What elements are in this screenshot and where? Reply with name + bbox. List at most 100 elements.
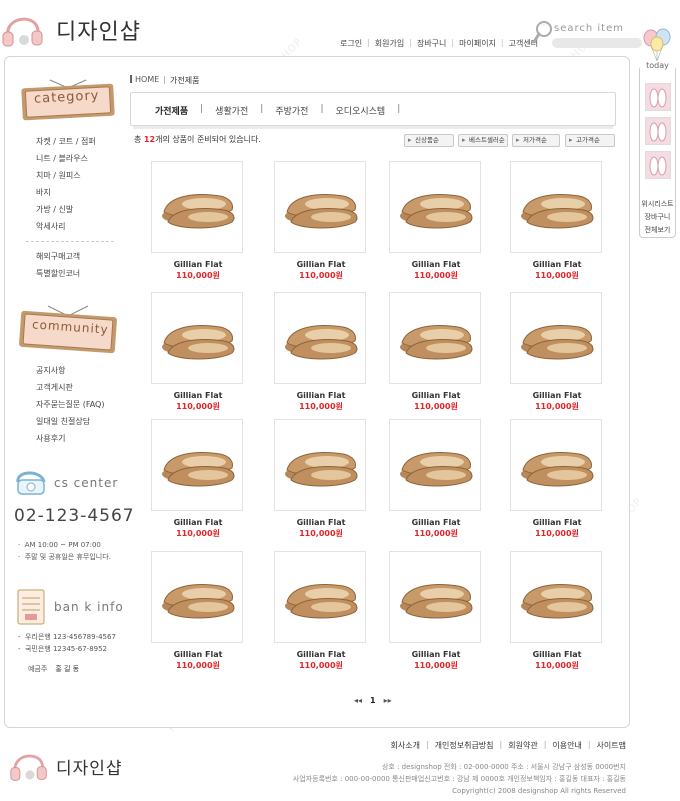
product-name[interactable]: Gillian Flat — [510, 260, 604, 269]
today-thumb-1[interactable] — [645, 83, 671, 111]
community-item-board[interactable]: 고객게시판 — [36, 379, 104, 396]
product-image[interactable] — [510, 292, 602, 384]
product-image[interactable] — [510, 161, 602, 253]
category-item-accessories[interactable]: 악세사리 — [36, 218, 96, 235]
today-thumb-3[interactable] — [645, 151, 671, 179]
product-card[interactable]: Gillian Flat 110,000원 — [151, 161, 245, 281]
product-image[interactable] — [151, 161, 243, 253]
sort-bestseller-button[interactable]: 베스트셀러순 — [458, 134, 508, 147]
product-card[interactable]: Gillian Flat 110,000원 — [274, 419, 368, 539]
product-card[interactable]: Gillian Flat 110,000원 — [274, 551, 368, 671]
product-name[interactable]: Gillian Flat — [274, 518, 368, 527]
search-input[interactable] — [552, 38, 642, 48]
nav-join[interactable]: 회원가입 — [375, 38, 404, 49]
product-card[interactable]: Gillian Flat 110,000원 — [510, 161, 604, 281]
pagination-prev[interactable]: ◂◂ — [354, 696, 362, 705]
today-thumb-2[interactable] — [645, 117, 671, 145]
footer-link-about[interactable]: 회사소개 — [390, 740, 419, 751]
community-item-faq[interactable]: 자주묻는질문 (FAQ) — [36, 396, 104, 413]
product-card[interactable]: Gillian Flat 110,000원 — [274, 161, 368, 281]
tab-separator: | — [200, 104, 204, 114]
community-item-notice[interactable]: 공지사항 — [36, 362, 104, 379]
product-card[interactable]: Gillian Flat 110,000원 — [510, 551, 604, 671]
product-image[interactable] — [274, 419, 366, 511]
product-name[interactable]: Gillian Flat — [274, 391, 368, 400]
product-image[interactable] — [510, 419, 602, 511]
product-card[interactable]: Gillian Flat 110,000원 — [510, 292, 604, 412]
wishlist-link[interactable]: 위시리스트 — [640, 199, 675, 209]
nav-cart[interactable]: 장바구니 — [417, 38, 446, 49]
product-name[interactable]: Gillian Flat — [274, 260, 368, 269]
pagination: ◂◂ 1 ▸▸ — [354, 696, 392, 705]
category-item-knit[interactable]: 니트 / 블라우스 — [36, 150, 96, 167]
product-image[interactable] — [389, 161, 481, 253]
product-image[interactable] — [151, 292, 243, 384]
product-name[interactable]: Gillian Flat — [151, 650, 245, 659]
site-logo-text[interactable]: 디자인샵 — [56, 14, 141, 46]
community-item-review[interactable]: 사용후기 — [36, 430, 104, 447]
tab-kitchen-appliances[interactable]: 주방가전 — [275, 104, 308, 117]
product-price: 110,000원 — [299, 661, 343, 670]
product-card[interactable]: Gillian Flat 110,000원 — [389, 419, 483, 539]
search-magnifier-icon[interactable] — [532, 20, 554, 46]
product-name[interactable]: Gillian Flat — [274, 650, 368, 659]
footer-link-privacy[interactable]: 개인정보취급방침 — [435, 740, 494, 751]
product-name[interactable]: Gillian Flat — [510, 650, 604, 659]
footer-link-guide[interactable]: 이용안내 — [552, 740, 581, 751]
footer-headphones-logo-icon — [10, 754, 47, 781]
footer-link-sitemap[interactable]: 사이트맵 — [597, 740, 626, 751]
product-image[interactable] — [389, 551, 481, 643]
tab-appliances[interactable]: 가전제품 — [155, 104, 188, 117]
product-name[interactable]: Gillian Flat — [510, 391, 604, 400]
product-image[interactable] — [151, 551, 243, 643]
product-card[interactable]: Gillian Flat 110,000원 — [389, 161, 483, 281]
sidebar-item-special-sale[interactable]: 특별할인코너 — [36, 265, 80, 282]
pagination-page-1[interactable]: 1 — [370, 696, 376, 705]
view-all-link[interactable]: 전체보기 — [640, 225, 675, 235]
community-item-consult[interactable]: 일대일 친절상담 — [36, 413, 104, 430]
top-nav: 로그인 | 회원가입 | 장바구니 | 마이페이지 | 고객센터 — [340, 38, 538, 49]
product-image[interactable] — [274, 161, 366, 253]
nav-mypage[interactable]: 마이페이지 — [459, 38, 496, 49]
product-image[interactable] — [151, 419, 243, 511]
breadcrumb: HOME | 가전제품 — [130, 75, 199, 86]
nav-login[interactable]: 로그인 — [340, 38, 362, 49]
product-card[interactable]: Gillian Flat 110,000원 — [389, 292, 483, 412]
sort-high-price-button[interactable]: 고가격순 — [565, 134, 615, 147]
sort-newest-button[interactable]: 신상품순 — [404, 134, 454, 147]
footer-link-terms[interactable]: 회원약관 — [508, 740, 537, 751]
breadcrumb-home[interactable]: HOME — [135, 75, 159, 86]
product-image[interactable] — [274, 551, 366, 643]
product-name[interactable]: Gillian Flat — [389, 260, 483, 269]
shoe-image-icon — [521, 194, 594, 229]
product-card[interactable]: Gillian Flat 110,000원 — [151, 551, 245, 671]
category-item-pants[interactable]: 바지 — [36, 184, 96, 201]
tab-home-appliances[interactable]: 생활가전 — [215, 104, 248, 117]
category-item-bags[interactable]: 가방 / 신발 — [36, 201, 96, 218]
product-card[interactable]: Gillian Flat 110,000원 — [274, 292, 368, 412]
product-image[interactable] — [510, 551, 602, 643]
product-name[interactable]: Gillian Flat — [389, 650, 483, 659]
product-name[interactable]: Gillian Flat — [151, 260, 245, 269]
shoe-image-icon — [285, 584, 358, 619]
product-card[interactable]: Gillian Flat 110,000원 — [151, 292, 245, 412]
sort-low-price-button[interactable]: 저가격순 — [512, 134, 560, 147]
tab-audio-systems[interactable]: 오디오시스템 — [336, 104, 386, 117]
product-name[interactable]: Gillian Flat — [151, 518, 245, 527]
cart-link[interactable]: 장바구니 — [640, 212, 675, 222]
pagination-next[interactable]: ▸▸ — [384, 696, 392, 705]
product-image[interactable] — [274, 292, 366, 384]
product-name[interactable]: Gillian Flat — [389, 391, 483, 400]
sidebar-item-overseas[interactable]: 해외구매고객 — [36, 248, 80, 265]
bankbook-icon — [17, 589, 45, 625]
product-card[interactable]: Gillian Flat 110,000원 — [389, 551, 483, 671]
product-name[interactable]: Gillian Flat — [151, 391, 245, 400]
product-name[interactable]: Gillian Flat — [510, 518, 604, 527]
product-image[interactable] — [389, 419, 481, 511]
product-name[interactable]: Gillian Flat — [389, 518, 483, 527]
product-card[interactable]: Gillian Flat 110,000원 — [510, 419, 604, 539]
category-item-jacket[interactable]: 자켓 / 코트 / 점퍼 — [36, 133, 96, 150]
product-card[interactable]: Gillian Flat 110,000원 — [151, 419, 245, 539]
product-image[interactable] — [389, 292, 481, 384]
category-item-skirt[interactable]: 치마 / 원피스 — [36, 167, 96, 184]
